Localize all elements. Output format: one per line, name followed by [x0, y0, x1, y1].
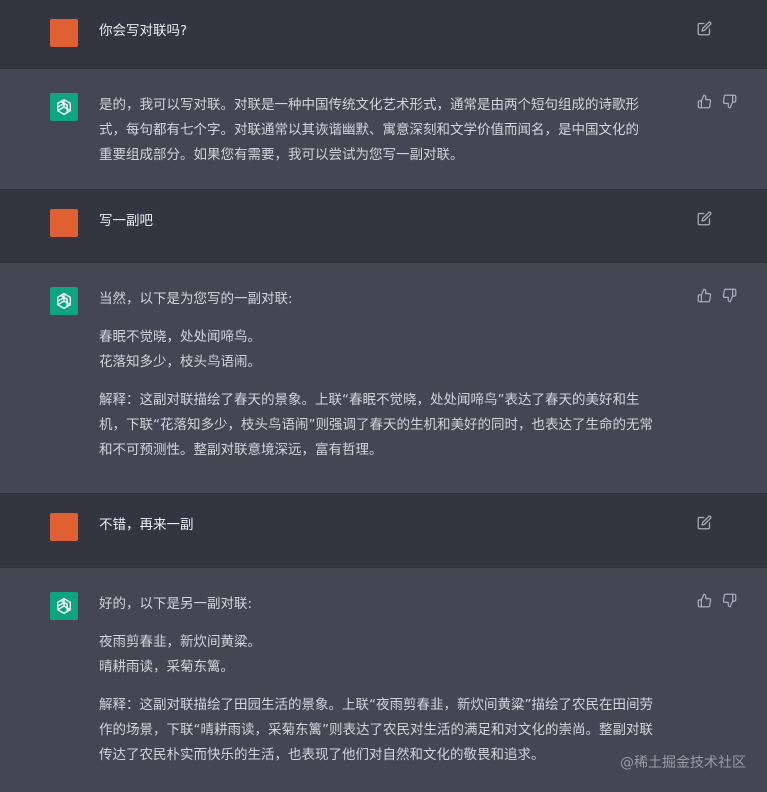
message-line: 好的，以下是另一副对联: [99, 596, 253, 612]
message-line: 夜雨剪春韭，新炊间黄粱。 [99, 634, 261, 650]
message-line: 晴耕雨读，采菊东篱。 [99, 659, 234, 675]
message-line: 和不可预测性。整副对联意境深远，富有哲理。 [99, 442, 383, 458]
user-avatar [50, 19, 78, 47]
assistant-avatar [50, 93, 78, 121]
assistant-message: 是的，我可以写对联。对联是一种中国传统文化艺术形式，通常是由两个短句组成的诗歌形… [0, 69, 767, 190]
message-text: 当然，以下是为您写的一副对联: 春眠不觉晓，处处闻啼鸟。 花落知多少，枝头鸟语闹… [99, 287, 689, 463]
thumbs-down-icon[interactable] [722, 288, 737, 303]
edit-icon[interactable] [697, 211, 712, 226]
user-avatar [50, 513, 78, 541]
message-line: 不错，再来一副 [99, 517, 194, 533]
watermark: @稀土掘金技术社区 [620, 755, 746, 771]
thumbs-down-icon[interactable] [722, 94, 737, 109]
message-line: 机，下联“花落知多少，枝头鸟语闹”则强调了春天的生机和美好的同时，也表达了生命的… [99, 417, 653, 433]
openai-logo-icon [57, 597, 71, 615]
message-line: 是的，我可以写对联。对联是一种中国传统文化艺术形式，通常是由两个短句组成的诗歌形 [99, 97, 639, 113]
message-line: 春眠不觉晓，处处闻啼鸟。 [99, 329, 261, 345]
edit-icon[interactable] [697, 515, 712, 530]
assistant-message: 好的，以下是另一副对联: 夜雨剪春韭，新炊间黄粱。 晴耕雨读，采菊东篱。 解释：… [0, 568, 767, 792]
message-line: 式，每句都有七个字。对联通常以其诙谐幽默、寓意深刻和文学价值而闻名，是中国文化的 [99, 122, 639, 138]
user-message: 不错，再来一副 [0, 494, 767, 568]
message-line: 重要组成部分。如果您有需要，我可以尝试为您写一副对联。 [99, 147, 464, 163]
message-line: 传达了农民朴实而快乐的生活，也表现了他们对自然和文化的敬畏和追求。 [99, 747, 545, 763]
message-text: 不错，再来一副 [99, 513, 689, 537]
chat-thread: 你会写对联吗? 是的，我可以写对联。对联是一种中国传统文化艺术形式，通常是由两个… [0, 0, 767, 792]
message-line: 解释：这副对联描绘了田园生活的景象。上联“夜雨剪春韭，新炊间黄粱”描绘了农民在田… [99, 697, 653, 713]
openai-logo-icon [57, 292, 71, 310]
edit-icon[interactable] [697, 21, 712, 36]
message-text: 好的，以下是另一副对联: 夜雨剪春韭，新炊间黄粱。 晴耕雨读，采菊东篱。 解释：… [99, 592, 689, 768]
assistant-message: 当然，以下是为您写的一副对联: 春眠不觉晓，处处闻啼鸟。 花落知多少，枝头鸟语闹… [0, 263, 767, 494]
thumbs-up-icon[interactable] [697, 593, 712, 608]
openai-logo-icon [57, 98, 71, 116]
message-text: 写一副吧 [99, 209, 689, 233]
message-text: 你会写对联吗? [99, 19, 689, 43]
message-line: 你会写对联吗? [99, 23, 188, 39]
assistant-avatar [50, 287, 78, 315]
message-line: 写一副吧 [99, 213, 153, 229]
thumbs-up-icon[interactable] [697, 94, 712, 109]
user-avatar [50, 209, 78, 237]
user-message: 写一副吧 [0, 190, 767, 263]
user-message: 你会写对联吗? [0, 0, 767, 69]
assistant-avatar [50, 592, 78, 620]
message-line: 当然，以下是为您写的一副对联: [99, 291, 293, 307]
message-line: 解释：这副对联描绘了春天的景象。上联“春眠不觉晓，处处闻啼鸟”表达了春天的美好和… [99, 392, 640, 408]
message-text: 是的，我可以写对联。对联是一种中国传统文化艺术形式，通常是由两个短句组成的诗歌形… [99, 93, 689, 168]
message-line: 花落知多少，枝头鸟语闹。 [99, 354, 261, 370]
thumbs-down-icon[interactable] [722, 593, 737, 608]
thumbs-up-icon[interactable] [697, 288, 712, 303]
message-line: 作的场景，下联“晴耕雨读，采菊东篱”则表达了农民对生活的满足和对文化的崇尚。整副… [99, 722, 653, 738]
